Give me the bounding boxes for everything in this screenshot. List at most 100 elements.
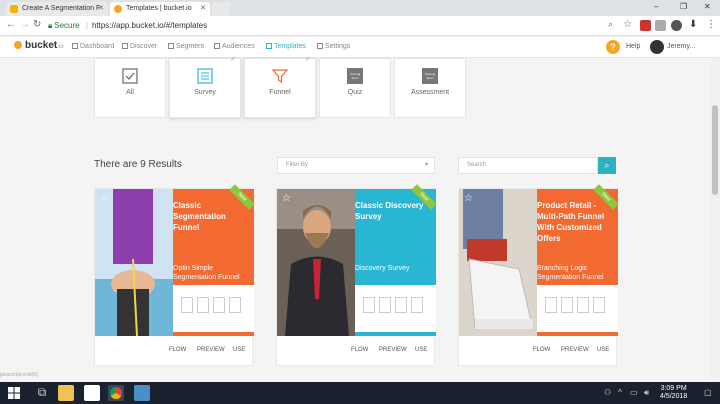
close-tab-icon[interactable]: ✕	[98, 2, 104, 16]
type-card-all[interactable]: All	[94, 58, 166, 118]
search-icon[interactable]: ⌕	[608, 19, 613, 30]
logo-icon	[14, 41, 22, 49]
logo[interactable]: bucket.io	[14, 40, 64, 51]
people-icon[interactable]: ⚇	[604, 388, 611, 397]
nav-settings[interactable]: Settings	[317, 43, 350, 50]
avatar[interactable]	[650, 40, 664, 54]
help-link[interactable]: Help	[626, 43, 640, 50]
template-subtitle: Optin Simple Segmentation Funnel	[173, 265, 240, 281]
preview-page	[545, 297, 557, 313]
checkbox-icon	[122, 68, 138, 84]
extension-icon[interactable]	[671, 20, 682, 31]
nav-label: Segment	[176, 43, 205, 50]
back-icon[interactable]: ←	[6, 19, 16, 30]
nav-audiences[interactable]: Audiences	[214, 43, 255, 50]
search-button[interactable]: ⌕	[598, 157, 616, 174]
volume-icon[interactable]: 🔊︎	[644, 388, 649, 398]
preview-page	[229, 297, 241, 313]
reload-icon[interactable]: ↻	[33, 19, 41, 30]
flow-button[interactable]: FLOW	[533, 347, 550, 353]
address-bar: ← → ↻ 🔒︎ Secure | https://app.bucket.io/#/…	[0, 16, 720, 36]
task-view-icon[interactable]: ⧉	[34, 385, 50, 401]
nav-segment[interactable]: Segment	[168, 43, 204, 50]
slides-favicon-icon	[10, 5, 18, 13]
template-card-1[interactable]: New ☆ Classic Discovery Survey Discovery…	[276, 184, 437, 366]
template-title-text: Classic Segmentation Funnel	[173, 201, 226, 232]
preview-page	[379, 297, 391, 313]
scrollbar-thumb[interactable]	[712, 105, 718, 195]
type-card-survey[interactable]: ✓ Survey	[169, 56, 241, 118]
taskbar: ⧉ ⚇ ^ ▭ 🔊︎ 3:09 PM 4/5/2018 ▢	[0, 382, 720, 404]
template-preview	[173, 285, 254, 332]
close-tab-icon[interactable]: ✕	[200, 2, 206, 16]
search-input[interactable]: Search	[458, 157, 598, 174]
status-bar-text: javascript:void(0)	[0, 372, 38, 378]
browser-tab-1[interactable]: Templates | bucket.io ✕	[110, 2, 210, 16]
extension-icon[interactable]	[655, 20, 666, 31]
window-close-icon[interactable]: ✕	[704, 2, 711, 11]
favorite-star-icon[interactable]: ☆	[100, 193, 109, 204]
chrome-taskbar-item[interactable]	[108, 385, 124, 401]
windows-start-icon[interactable]	[8, 387, 20, 399]
selected-check-icon: ✓	[230, 56, 236, 63]
mail-icon[interactable]	[84, 385, 100, 401]
forward-icon[interactable]: →	[20, 19, 30, 30]
minimize-icon[interactable]: –	[654, 2, 658, 11]
app-icon[interactable]	[134, 385, 150, 401]
template-photo	[459, 189, 537, 336]
type-card-quiz[interactable]: Coming Soon Quiz	[319, 58, 391, 118]
flow-button[interactable]: FLOW	[351, 347, 368, 353]
favorite-star-icon[interactable]: ☆	[464, 193, 473, 204]
preview-page	[363, 297, 375, 313]
nav-discover[interactable]: Discover	[122, 43, 157, 50]
extension-icon[interactable]	[640, 20, 651, 31]
template-subtitle: Branching Logic Segmentation Funnel	[537, 265, 604, 281]
use-button[interactable]: USE	[415, 347, 427, 353]
preview-button[interactable]: PREVIEW	[379, 347, 407, 353]
type-card-funnel[interactable]: ✓ Funnel	[244, 56, 316, 118]
template-card-2[interactable]: New ☆ Product Retail - Multi-Path Funnel…	[458, 184, 619, 366]
favorite-star-icon[interactable]: ☆	[282, 193, 291, 204]
url-field[interactable]: 🔒︎ Secure | https://app.bucket.io/#/templa…	[48, 19, 638, 33]
search-placeholder: Search	[467, 162, 487, 168]
menu-icon[interactable]: ⋮	[706, 19, 716, 30]
url-text: https://app.bucket.io/#/templates	[91, 21, 208, 30]
chrome-icon	[110, 387, 122, 399]
funnel-icon	[272, 69, 288, 84]
chevron-up-icon[interactable]: ^	[618, 388, 622, 397]
template-card-0[interactable]: New ☆ Classic Segmentation Funnel Optin …	[94, 184, 255, 366]
preview-button[interactable]: PREVIEW	[561, 347, 589, 353]
maximize-icon[interactable]: ❐	[680, 2, 687, 11]
nav-label: Audiences	[222, 43, 255, 50]
chevron-down-icon: ▾	[424, 162, 428, 168]
nav-label: Dashboard	[80, 43, 115, 50]
clock-date: 4/5/2018	[660, 393, 688, 400]
template-photo	[277, 189, 355, 336]
file-explorer-icon[interactable]	[58, 385, 74, 401]
notifications-icon[interactable]: ▢	[704, 388, 712, 397]
browser-tab-0[interactable]: Create A Segmentation F ✕	[6, 2, 108, 16]
preview-page	[395, 297, 407, 313]
settings-icon	[317, 43, 323, 49]
new-tab-button[interactable]	[212, 2, 230, 16]
audiences-icon	[214, 43, 220, 49]
template-preview	[355, 285, 436, 332]
network-icon[interactable]: ▭	[630, 388, 638, 397]
user-menu[interactable]: Jeremy...	[667, 43, 695, 50]
help-icon[interactable]: ?	[606, 40, 620, 54]
filter-select[interactable]: Filter By ▾	[277, 157, 435, 174]
flow-button[interactable]: FLOW	[169, 347, 186, 353]
download-icon[interactable]: ⬇	[689, 19, 697, 30]
bucket-favicon-icon	[114, 5, 122, 13]
preview-button[interactable]: PREVIEW	[197, 347, 225, 353]
nav-templates[interactable]: Templates	[266, 43, 306, 50]
nav-dashboard[interactable]: Dashboard	[72, 43, 114, 50]
segment-icon	[168, 43, 174, 49]
clock[interactable]: 3:09 PM 4/5/2018	[660, 385, 687, 401]
use-button[interactable]: USE	[233, 347, 245, 353]
templates-icon	[266, 43, 272, 49]
type-card-assessment[interactable]: Coming Soon Assessment	[394, 58, 466, 118]
preview-page	[181, 297, 193, 313]
bookmark-star-icon[interactable]: ☆	[623, 19, 632, 30]
use-button[interactable]: USE	[597, 347, 609, 353]
